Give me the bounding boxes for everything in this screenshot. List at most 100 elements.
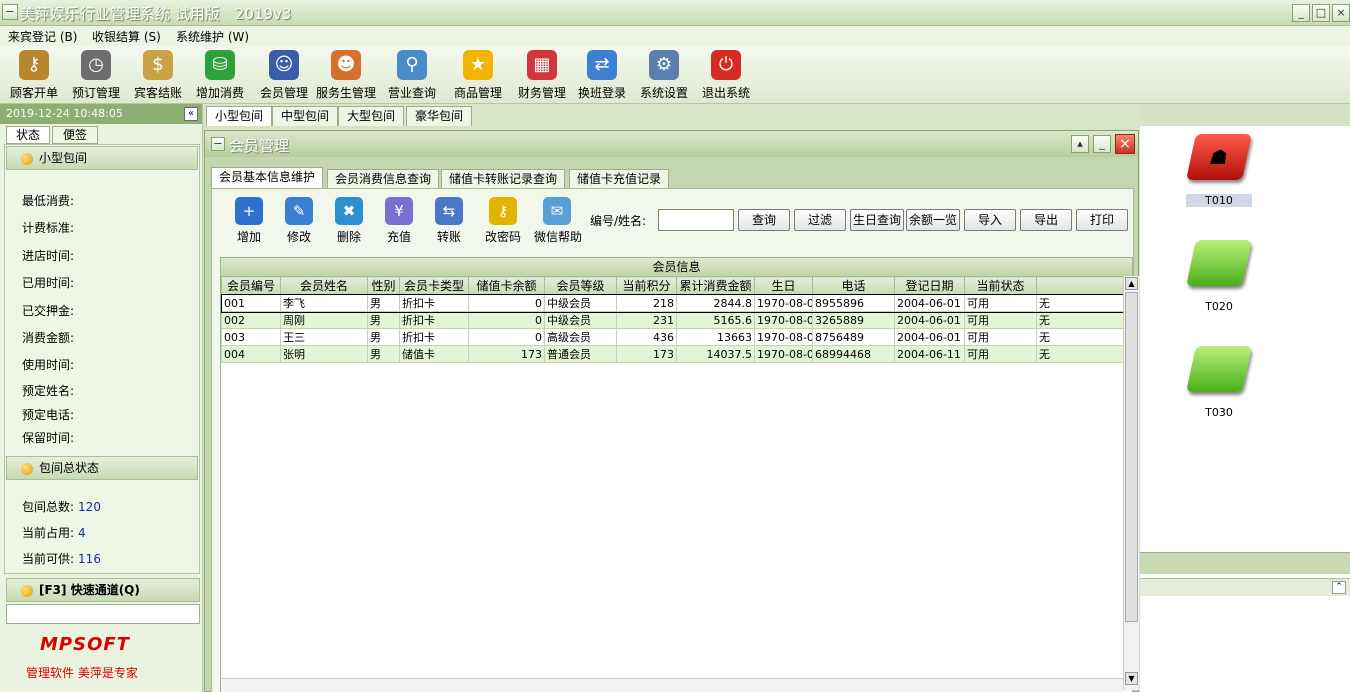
room-tile[interactable]: ☗ T010 (1186, 134, 1252, 207)
column-header: 生日 (754, 276, 813, 295)
op-button-6[interactable]: ✉ 微信帮助 (534, 197, 582, 245)
vertical-scrollbar[interactable]: ▲ ▼ (1123, 276, 1139, 690)
money-bag-icon: $ (143, 50, 173, 80)
column-header: 会员姓名 (280, 276, 368, 295)
member-table: 会员编号 会员姓名 性别 会员卡类型 储值卡余额 会员等级 当前积分 累计消费金额 生日 电话 登记… (221, 276, 1123, 363)
query-button-4[interactable]: 导入 (964, 209, 1016, 231)
table-cell: 2004-06-01 (894, 311, 965, 329)
close-icon[interactable]: × (1332, 4, 1350, 22)
bottom-panel-bar (1140, 578, 1350, 596)
bottom-panel-header (1140, 552, 1350, 574)
tab-1[interactable]: 会员消费信息查询 (327, 169, 440, 189)
table-cell: 无 (1036, 345, 1123, 363)
scroll-down-icon[interactable]: ▼ (1125, 672, 1138, 685)
table-cell: 男 (367, 311, 400, 329)
quick-channel-input[interactable] (6, 604, 200, 624)
cups-icon: ⛁ (205, 50, 235, 80)
table-cell: 2004-06-11 (894, 345, 965, 363)
stat-row: 当前可供: 116 (22, 550, 101, 567)
toolbar-button-3[interactable]: ⛁ 增加消费 (190, 48, 250, 102)
dialog-minimize-icon[interactable]: _ (1093, 135, 1111, 153)
table-cell: 高级会员 (544, 328, 617, 346)
room-free-icon (1186, 240, 1252, 286)
tab-status[interactable]: 状态 (6, 126, 50, 144)
table-cell: 无 (1036, 311, 1123, 329)
room-tile[interactable]: T030 (1186, 346, 1252, 419)
toolbar-button-7[interactable]: ★ 商品管理 (448, 48, 508, 102)
table-cell: 1970-08-0 (754, 345, 813, 363)
horizontal-scrollbar[interactable] (221, 678, 1123, 692)
op-button-0[interactable]: + 增加 (226, 197, 272, 245)
toolbar-label: 服务生管理 (316, 86, 377, 100)
collapse-panel-icon[interactable]: « (184, 107, 198, 121)
toolbar-button-0[interactable]: ⚷ 顾客开单 (4, 48, 64, 102)
menu-system-maintenance[interactable]: 系统维护 (W) (176, 28, 249, 45)
query-button-5[interactable]: 导出 (1020, 209, 1072, 231)
query-button-0[interactable]: 查询 (738, 209, 790, 231)
tab-2[interactable]: 储值卡转账记录查询 (441, 169, 566, 189)
table-row[interactable]: 003 王三男折扣卡 0 高级会员 436 13663 1970-08-0 8756489 20… (221, 328, 1123, 346)
bullet-icon (21, 463, 33, 475)
toolbar-button-11[interactable]: ⏻ 退出系统 (696, 48, 756, 102)
table-cell: 0 (468, 328, 545, 346)
tab-room-1[interactable]: 中型包间 (272, 106, 339, 126)
table-cell: 3265889 (812, 311, 895, 329)
query-button-1[interactable]: 过滤 (794, 209, 846, 231)
exchange-icon: ⇄ (587, 50, 617, 80)
table-cell: 可用 (964, 294, 1037, 312)
toolbar-button-4[interactable]: ☺ 会员管理 (254, 48, 314, 102)
toolbar-button-2[interactable]: $ 宾客结账 (128, 48, 188, 102)
dialog-restore-icon[interactable]: ▴ (1071, 135, 1089, 153)
status-side-panel: 2019-12-24 10:48:05 « 状态 便签 小型包间 包间总状态 [… (0, 104, 203, 692)
toolbar-button-8[interactable]: ▦ 财务管理 (512, 48, 572, 102)
op-button-5[interactable]: ⚷ 改密码 (480, 197, 526, 245)
toolbar-label: 顾客开单 (9, 86, 58, 100)
scroll-thumb[interactable] (1125, 292, 1138, 622)
op-button-3[interactable]: ¥ 充值 (376, 197, 422, 245)
table-cell: 1970-08-0 (754, 328, 813, 346)
maximize-icon[interactable]: □ (1312, 4, 1330, 22)
toolbar-button-10[interactable]: ⚙ 系统设置 (634, 48, 694, 102)
menu-guest-register[interactable]: 来宾登记 (B) (8, 28, 77, 45)
toolbar-button-6[interactable]: ⚲ 营业查询 (382, 48, 442, 102)
tab-room-3[interactable]: 豪华包间 (406, 106, 473, 126)
toolbar-button-9[interactable]: ⇄ 换班登录 (572, 48, 632, 102)
op-button-1[interactable]: ✎ 修改 (276, 197, 322, 245)
room-summary-header: 包间总状态 (6, 456, 198, 480)
op-button-2[interactable]: ✖ 删除 (326, 197, 372, 245)
tab-0[interactable]: 会员基本信息维护 (211, 167, 324, 189)
table-cell: 2004-06-01 (894, 328, 965, 346)
menu-checkout[interactable]: 收银结算 (S) (92, 28, 161, 45)
table-row[interactable]: 004 张明男储值卡 173 普通会员 173 14037.5 1970-08-0 68994… (221, 345, 1123, 363)
dialog-title: 会员管理 (229, 137, 290, 155)
toolbar-button-1[interactable]: ◷ 预订管理 (66, 48, 126, 102)
dialog-close-icon[interactable]: × (1115, 134, 1135, 154)
dialog-menu-icon[interactable]: − (211, 137, 225, 151)
table-cell: 231 (616, 311, 677, 329)
query-button-6[interactable]: 打印 (1076, 209, 1128, 231)
grid-body: 会员编号 会员姓名 性别 会员卡类型 储值卡余额 会员等级 当前积分 累计消费金额 生日 电话 登记… (221, 276, 1123, 688)
tab-room-0[interactable]: 小型包间 (206, 106, 273, 126)
field-label: 预定电话: (22, 408, 75, 422)
query-button-3[interactable]: 余额一览 (906, 209, 960, 231)
wechat-icon: ✉ (543, 197, 571, 225)
system-menu-icon[interactable]: − (2, 4, 18, 20)
room-tile[interactable]: T020 (1186, 240, 1252, 313)
table-row[interactable]: 002 周刚男折扣卡 0 中级会员 231 5165.6 1970-08-0 3265889 2… (221, 311, 1123, 329)
table-row[interactable]: 001 李飞男折扣卡 0 中级会员 218 2844.8 1970-08-0 8955896 2… (221, 293, 1123, 313)
tab-3[interactable]: 储值卡充值记录 (569, 169, 670, 189)
minimize-icon[interactable]: _ (1292, 4, 1310, 22)
toolbar-button-5[interactable]: ☻ 服务生管理 (316, 48, 376, 102)
tab-room-2[interactable]: 大型包间 (338, 106, 405, 126)
expand-up-icon[interactable]: ⌃ (1332, 581, 1346, 594)
table-cell: 李飞 (280, 294, 368, 312)
tab-notes[interactable]: 便签 (52, 126, 98, 144)
scroll-up-icon[interactable]: ▲ (1125, 277, 1138, 290)
search-label: 编号/姓名: (590, 214, 647, 228)
query-button-2[interactable]: 生日查询 (850, 209, 904, 231)
op-label: 修改 (286, 230, 311, 244)
op-button-4[interactable]: ⇆ 转账 (426, 197, 472, 245)
table-cell: 中级会员 (544, 294, 617, 312)
search-input[interactable] (658, 209, 734, 231)
field-label: 已用时间: (22, 276, 75, 290)
